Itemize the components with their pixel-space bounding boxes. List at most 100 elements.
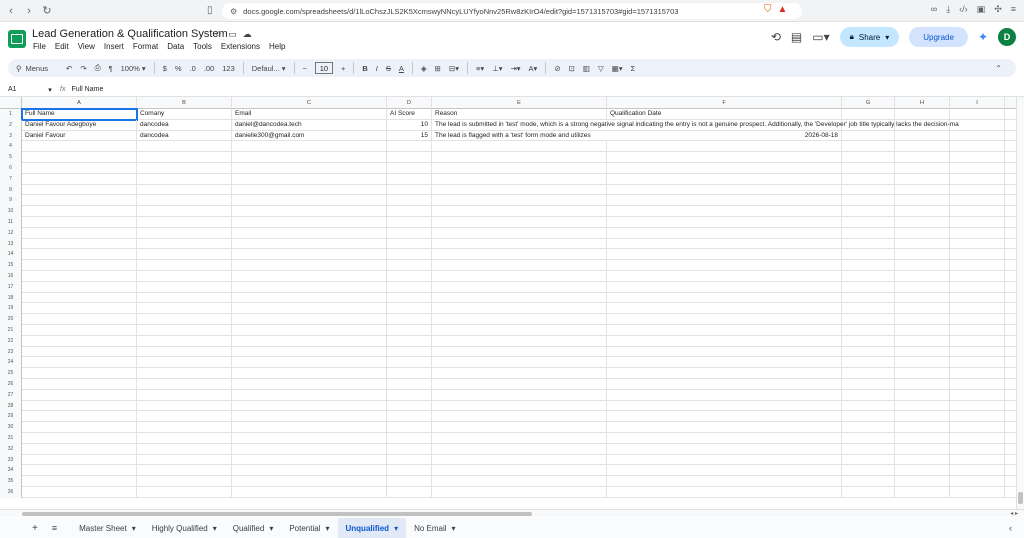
grid-cell[interactable] xyxy=(607,227,842,239)
row-header[interactable]: 16 xyxy=(0,271,22,282)
grid-cell[interactable] xyxy=(22,368,137,379)
browser-menu-icon[interactable]: ≡ xyxy=(1011,4,1016,15)
grid-cell[interactable] xyxy=(387,303,432,315)
grid-cell[interactable] xyxy=(137,379,232,390)
grid-cell[interactable] xyxy=(607,271,842,282)
row-header[interactable]: 33 xyxy=(0,454,22,466)
grid-cell[interactable] xyxy=(607,389,842,401)
select-all-corner[interactable] xyxy=(0,97,22,109)
grid-cell[interactable]: AI Score xyxy=(387,109,432,120)
grid-cell[interactable] xyxy=(607,260,842,271)
grid-cell[interactable] xyxy=(387,411,432,423)
row-header[interactable]: 2 xyxy=(0,119,22,131)
grid-cell[interactable]: The lead is flagged with a 'test' form m… xyxy=(432,131,993,142)
grid-cell[interactable] xyxy=(137,260,232,271)
grid-cell[interactable] xyxy=(842,271,895,282)
grid-cell[interactable] xyxy=(137,314,232,325)
grid-cell[interactable] xyxy=(950,281,1005,293)
grid-cell[interactable] xyxy=(607,357,842,369)
row-header[interactable]: 8 xyxy=(0,184,22,196)
grid-cell[interactable] xyxy=(22,292,137,304)
grid-cell[interactable] xyxy=(950,303,1005,315)
grid-cell[interactable] xyxy=(22,227,137,239)
grid-cell[interactable] xyxy=(895,314,950,325)
grid-cell[interactable]: 15 xyxy=(387,130,432,142)
reload-icon[interactable]: ↻ xyxy=(40,4,54,18)
menu-data[interactable]: Data xyxy=(167,42,184,51)
bold-button[interactable]: B xyxy=(362,64,367,73)
extensions-icon[interactable]: ✣ xyxy=(994,4,1002,15)
grid-cell[interactable] xyxy=(607,422,842,433)
grid-cell[interactable] xyxy=(842,152,895,163)
grid-cell[interactable] xyxy=(232,303,387,315)
grid-cell[interactable] xyxy=(432,271,607,282)
sidebar-icon[interactable]: ▣ xyxy=(977,4,986,15)
grid-cell[interactable] xyxy=(895,379,950,390)
grid-cell[interactable] xyxy=(950,249,1005,261)
grid-cell[interactable] xyxy=(232,389,387,401)
grid-cell[interactable] xyxy=(607,443,842,455)
grid-cell[interactable] xyxy=(232,249,387,261)
grid-cell[interactable] xyxy=(842,443,895,455)
grid-cell[interactable] xyxy=(137,476,232,487)
grid-cell[interactable] xyxy=(387,271,432,282)
grid-cell[interactable] xyxy=(895,195,950,207)
grid-cell[interactable] xyxy=(22,487,137,498)
grid-cell[interactable] xyxy=(842,357,895,369)
grid-cell[interactable] xyxy=(22,400,137,412)
comments-icon[interactable]: ▤ xyxy=(791,30,802,44)
row-header[interactable]: 15 xyxy=(0,260,22,271)
grid-cell[interactable] xyxy=(137,217,232,228)
filter-views-icon[interactable]: ▦▾ xyxy=(612,64,623,73)
grid-cell[interactable] xyxy=(842,465,895,477)
grid-cell[interactable] xyxy=(387,422,432,433)
filter-icon[interactable]: ▽ xyxy=(598,64,604,73)
grid-cell[interactable] xyxy=(842,195,895,207)
fill-color-icon[interactable]: ◈ xyxy=(421,64,427,73)
grid-cell[interactable] xyxy=(432,465,607,477)
grid-cell[interactable]: daniel@dancodea.tech xyxy=(232,119,387,131)
grid-cell[interactable] xyxy=(137,443,232,455)
grid-cell[interactable] xyxy=(950,206,1005,217)
horizontal-align-icon[interactable]: ≡▾ xyxy=(476,64,484,73)
grid-cell[interactable] xyxy=(232,443,387,455)
grid-cell[interactable] xyxy=(432,249,607,261)
percent-button[interactable]: % xyxy=(175,64,182,73)
grid-cell[interactable] xyxy=(137,411,232,423)
grid-cell[interactable] xyxy=(895,249,950,261)
grid-cell[interactable] xyxy=(950,400,1005,412)
grid-cell[interactable] xyxy=(950,195,1005,207)
grid-cell[interactable] xyxy=(950,184,1005,196)
grid-cell[interactable]: danielle300@gmail.com xyxy=(232,130,387,142)
grid-cell[interactable] xyxy=(22,238,137,250)
grid-cell[interactable] xyxy=(607,325,842,336)
sheet-tab[interactable]: No Email ▾ xyxy=(406,518,463,538)
grid-cell[interactable] xyxy=(137,238,232,250)
grid-cell[interactable] xyxy=(842,281,895,293)
grid-cell[interactable] xyxy=(950,454,1005,466)
grid-cell[interactable] xyxy=(607,454,842,466)
decrease-decimal-button[interactable]: .0 xyxy=(190,64,196,73)
grid-cell[interactable] xyxy=(137,152,232,163)
grid-cell[interactable] xyxy=(950,379,1005,390)
grid-cell[interactable] xyxy=(232,357,387,369)
grid-cell[interactable] xyxy=(232,368,387,379)
grid-cell[interactable] xyxy=(895,433,950,444)
grid-cell[interactable] xyxy=(432,379,607,390)
grid-cell[interactable] xyxy=(895,281,950,293)
row-header[interactable]: 18 xyxy=(0,292,22,304)
grid-cell[interactable] xyxy=(607,173,842,185)
grid-cell[interactable] xyxy=(232,227,387,239)
print-icon[interactable]: ⎙ xyxy=(95,63,101,73)
row-header[interactable]: 19 xyxy=(0,303,22,315)
avatar[interactable]: D xyxy=(998,28,1016,46)
row-header[interactable]: 5 xyxy=(0,152,22,163)
grid-cell[interactable] xyxy=(387,325,432,336)
grid-cell[interactable] xyxy=(232,411,387,423)
grid-cell[interactable] xyxy=(137,465,232,477)
grid-cell[interactable] xyxy=(387,433,432,444)
grid-cell[interactable] xyxy=(950,238,1005,250)
grid-cell[interactable] xyxy=(895,206,950,217)
share-button[interactable]: 🔒︎ Share ▾ xyxy=(839,27,900,47)
grid-cell[interactable] xyxy=(387,454,432,466)
